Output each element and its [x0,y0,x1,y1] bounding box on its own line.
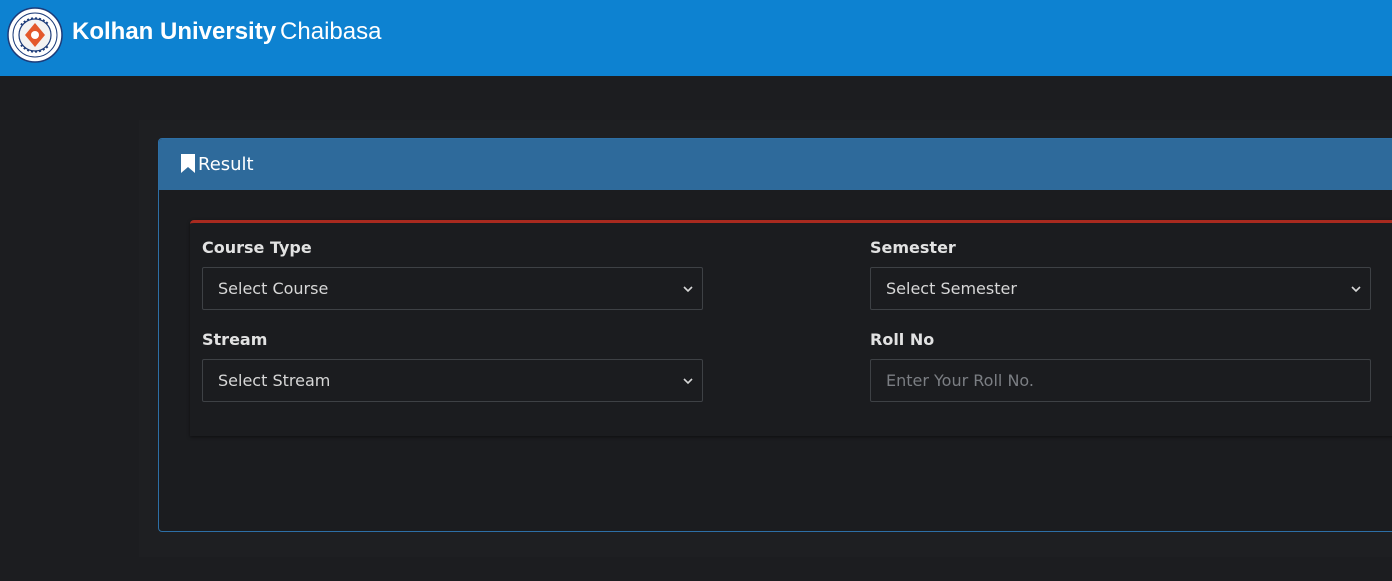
chevron-down-icon [683,378,693,385]
university-seal-icon[interactable] [7,7,63,63]
chevron-down-icon [683,286,693,293]
bookmark-icon [181,154,195,173]
course-type-value: Select Course [218,279,329,298]
chevron-down-icon [1351,286,1361,293]
roll-no-input[interactable]: Enter Your Roll No. [870,359,1371,402]
top-navbar: Kolhan University Chaibasa [0,0,1392,76]
stream-label: Stream [202,330,268,349]
stream-value: Select Stream [218,371,331,390]
semester-label: Semester [870,238,956,257]
semester-select[interactable]: Select Semester [870,267,1371,310]
card-title: Result [198,154,254,175]
course-type-select[interactable]: Select Course [202,267,703,310]
semester-value: Select Semester [886,279,1017,298]
roll-no-placeholder: Enter Your Roll No. [886,371,1034,390]
card-header: Result [159,139,1392,190]
course-type-label: Course Type [202,238,312,257]
site-title[interactable]: Kolhan University Chaibasa [72,18,381,46]
stream-select[interactable]: Select Stream [202,359,703,402]
result-card: Result Course Type Select Course Semeste… [158,138,1392,532]
brand-name: Kolhan University [72,18,277,45]
roll-no-label: Roll No [870,330,935,349]
brand-city: Chaibasa [280,18,382,45]
result-form: Course Type Select Course Semester Selec… [190,220,1392,436]
